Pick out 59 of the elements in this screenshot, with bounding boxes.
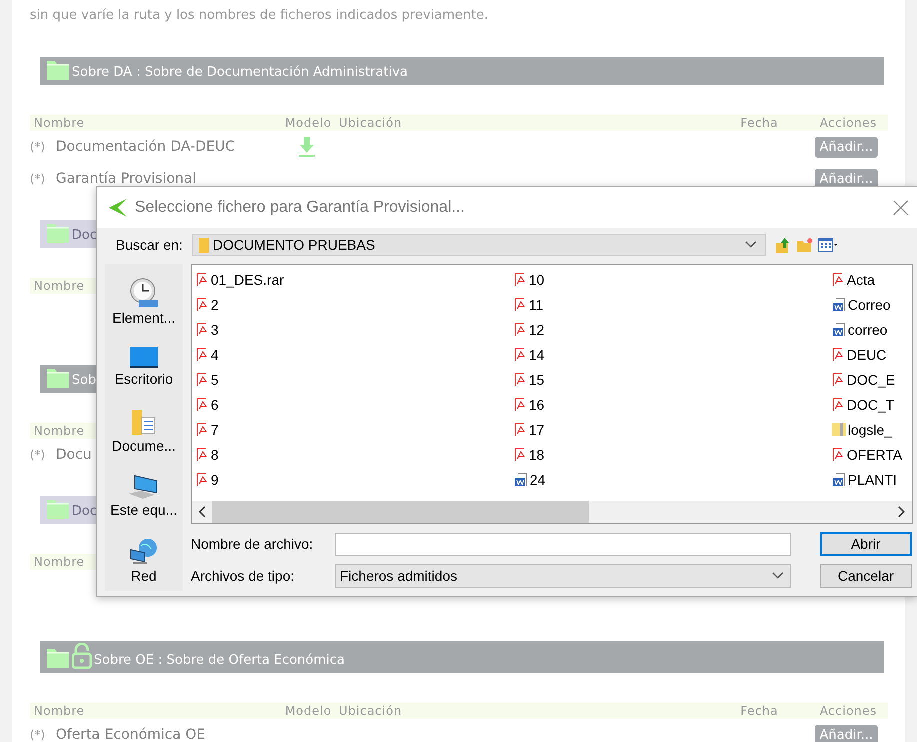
column-header: Modelo [278,115,335,131]
file-name-label: Nombre de archivo: [191,536,314,552]
section-title: Sobre OE : Sobre de Oferta Económica [94,653,346,669]
file-item[interactable]: 8 [196,442,514,467]
document-name: Documentación DA-DEUC [56,139,236,155]
file-item[interactable]: 24 [514,467,832,492]
file-item[interactable]: 9 [196,467,514,492]
file-item[interactable]: PLANTI [832,467,912,492]
open-button[interactable]: Abrir [820,532,912,556]
file-type-dropdown[interactable]: Ficheros admitidos [335,564,791,588]
file-item[interactable]: 10 [514,267,832,292]
required-mark: (*) [30,728,46,742]
document-name: Docu [56,447,92,463]
dialog-title: Seleccione fichero para Garantía Provisional... [135,198,466,216]
section-title: Doc [72,228,98,244]
file-item[interactable]: 12 [514,317,832,342]
intro-text: sin que varíe la ruta y los nombres de ficheros indicados previamente. [30,7,490,25]
file-item[interactable]: 17 [514,417,832,442]
column-header: Nombre [30,115,278,131]
file-item[interactable]: DOC_T [832,392,912,417]
column-header: Modelo [278,703,335,719]
file-item[interactable]: correo [832,317,912,342]
section-title: Doc [72,504,98,520]
file-item[interactable]: OFERTA [832,442,912,467]
column-header: Fecha [710,115,805,131]
section-title: Sob [72,373,96,389]
column-header: Acciones [805,115,888,131]
file-item[interactable]: 14 [514,342,832,367]
file-item[interactable]: DOC_E [832,367,912,392]
cancel-button[interactable]: Cancelar [820,564,912,588]
section-title: Sobre DA : Sobre de Documentación Administrativa [72,65,408,81]
file-item[interactable]: DEUC [832,342,912,367]
place-item[interactable]: Este equ... [110,466,178,526]
required-mark: (*) [30,448,46,462]
file-item[interactable]: 16 [514,392,832,417]
look-in-dropdown[interactable]: DOCUMENTO PRUEBAS [192,234,766,256]
column-header: Ubicación [335,115,710,131]
required-mark: (*) [30,140,46,154]
file-item[interactable]: 6 [196,392,514,417]
file-item[interactable]: Acta [832,267,912,292]
column-header: Acciones [805,703,888,719]
document-name: Oferta Económica OE [56,727,206,742]
document-name: Garantía Provisional [56,171,197,187]
file-item[interactable]: 18 [514,442,832,467]
file-item[interactable]: 2 [196,292,514,317]
file-item[interactable]: logsle_ [832,417,912,442]
look-in-label: Buscar en: [116,237,184,253]
file-item[interactable]: Correo [832,292,912,317]
file-type-label: Archivos de tipo: [191,568,296,584]
file-item[interactable]: 3 [196,317,514,342]
required-mark: (*) [30,172,46,186]
file-item[interactable]: 4 [196,342,514,367]
file-item[interactable]: 15 [514,367,832,392]
file-item[interactable]: 11 [514,292,832,317]
column-header: Nombre [30,703,278,719]
file-item[interactable]: 5 [196,367,514,392]
place-item[interactable]: Escritorio [114,336,174,398]
column-header: Fecha [710,703,805,719]
column-header: Ubicación [335,703,710,719]
